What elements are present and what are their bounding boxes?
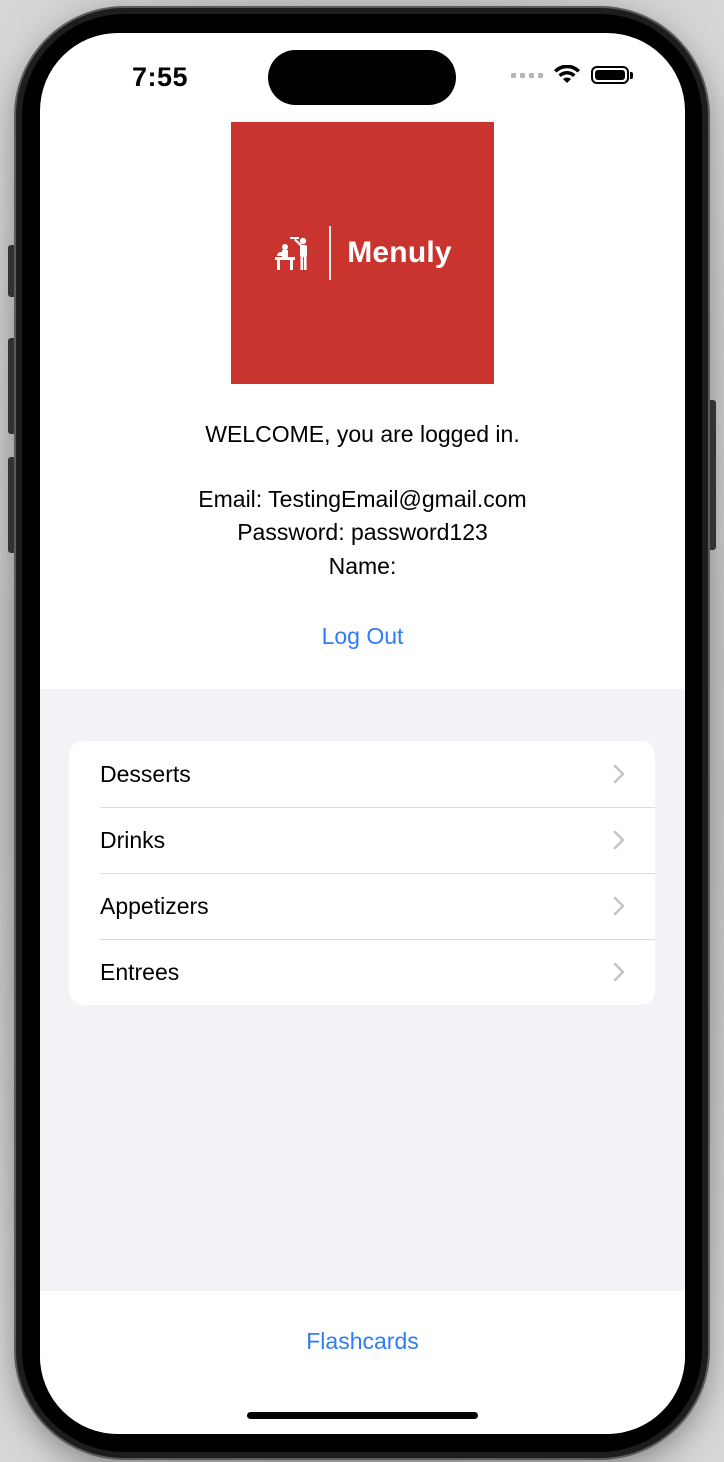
status-time: 7:55 xyxy=(132,62,189,92)
dynamic-island xyxy=(268,50,456,105)
category-row-drinks[interactable]: Drinks xyxy=(69,807,655,873)
cellular-signal-icon xyxy=(511,72,543,78)
category-row-desserts[interactable]: Desserts xyxy=(69,741,655,807)
name-label: Name: xyxy=(328,553,397,579)
wifi-icon xyxy=(554,65,580,83)
chevron-right-icon xyxy=(613,896,625,916)
logo-wordmark: Menuly xyxy=(347,236,452,269)
list-item-label: Appetizers xyxy=(100,892,209,919)
flashcards-button[interactable]: Flashcards xyxy=(40,1328,685,1355)
logo-divider xyxy=(329,226,332,280)
chevron-right-icon xyxy=(613,830,625,850)
chevron-right-icon xyxy=(613,764,625,784)
list-item-label: Desserts xyxy=(100,760,191,787)
list-item-label: Entrees xyxy=(100,958,180,985)
logo-content: Menuly xyxy=(273,226,452,280)
log-out-button[interactable]: Log Out xyxy=(40,623,685,650)
device-stage: 7:55 Menuly WELCOME, you are logged in. … xyxy=(0,0,724,1462)
app-logo: Menuly xyxy=(231,122,494,384)
category-row-appetizers[interactable]: Appetizers xyxy=(69,873,655,939)
waiter-serving-icon xyxy=(275,237,308,270)
category-row-entrees[interactable]: Entrees xyxy=(69,939,655,1005)
bottom-bar: Flashcards xyxy=(40,1291,685,1434)
battery-icon xyxy=(591,66,633,84)
power-button xyxy=(708,400,716,550)
home-indicator[interactable] xyxy=(247,1412,478,1419)
volume-down-button xyxy=(8,457,16,553)
email-label: Email: TestingEmail@gmail.com xyxy=(198,486,527,512)
chevron-right-icon xyxy=(613,962,625,982)
welcome-message: WELCOME, you are logged in. xyxy=(205,421,520,447)
password-label: Password: password123 xyxy=(237,519,488,545)
action-button xyxy=(8,245,16,297)
app-screen: 7:55 Menuly WELCOME, you are logged in. … xyxy=(40,33,685,1434)
category-list: Desserts Drinks Appetizers Entrees xyxy=(69,741,655,1005)
category-list-section: Desserts Drinks Appetizers Entrees xyxy=(40,689,685,1291)
list-item-label: Drinks xyxy=(100,826,166,853)
status-icons xyxy=(511,65,633,85)
volume-up-button xyxy=(8,338,16,434)
